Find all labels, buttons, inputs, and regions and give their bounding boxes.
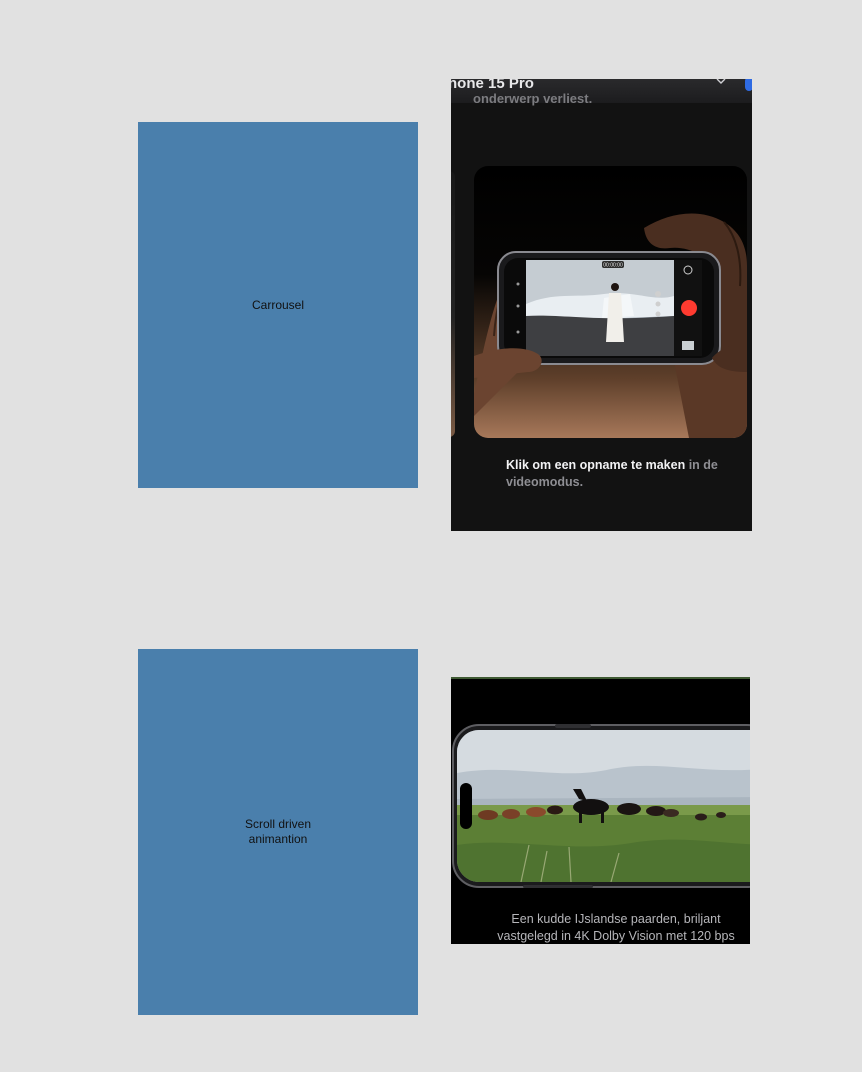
scroll-caption-line-2: vastgelegd in 4K Dolby Vision met 120 bp… bbox=[497, 929, 735, 943]
scroll-animation-placeholder: Scroll driven animantion bbox=[138, 649, 418, 1015]
carousel-card[interactable]: 00:00:00 bbox=[474, 166, 747, 438]
scroll-screenshot: Een kudde IJslandse paarden, briljant va… bbox=[451, 677, 750, 944]
hands-holding-phone-illustration: 00:00:00 bbox=[474, 213, 747, 438]
chevron-down-icon[interactable] bbox=[715, 79, 727, 91]
carousel-placeholder: Carrousel bbox=[138, 122, 418, 488]
scroll-placeholder-line-1: Scroll driven bbox=[244, 817, 312, 831]
caption-strong: Klik om een opname te maken bbox=[506, 458, 686, 472]
carousel-placeholder-label: Carrousel bbox=[251, 297, 305, 312]
carousel-prev-card[interactable] bbox=[451, 171, 455, 437]
buy-button-edge[interactable] bbox=[745, 79, 752, 91]
scroll-caption-line-1: Een kudde IJslandse paarden, briljant bbox=[511, 912, 721, 926]
carousel-screenshot: onderwerp verliest. hone 15 Pro 00:00:00… bbox=[451, 79, 752, 531]
record-timer: 00:00:00 bbox=[603, 263, 623, 269]
product-title: hone 15 Pro bbox=[451, 79, 534, 92]
scroll-placeholder-label: Scroll driven animantion bbox=[245, 817, 311, 847]
record-button[interactable] bbox=[681, 300, 697, 316]
carousel-caption: Klik om een opname te maken in de videom… bbox=[506, 457, 721, 491]
subtitle-text: onderwerp verliest. bbox=[473, 91, 593, 106]
scroll-caption: Een kudde IJslandse paarden, briljant va… bbox=[451, 911, 750, 944]
scroll-placeholder-line-2: animantion bbox=[248, 832, 308, 846]
horses-video-illustration bbox=[452, 724, 750, 888]
